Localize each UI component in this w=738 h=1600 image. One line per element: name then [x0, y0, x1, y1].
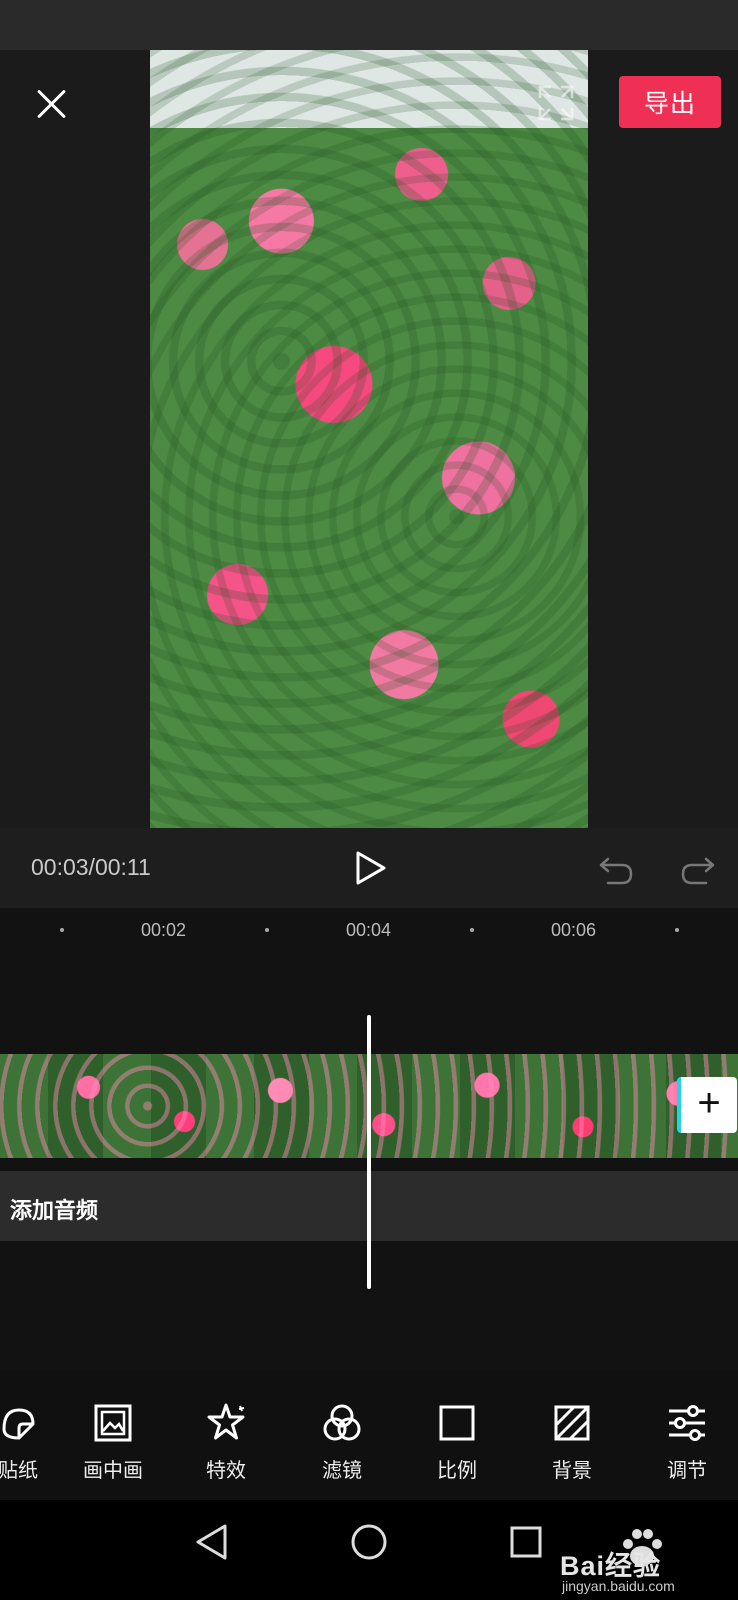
video-preview[interactable] — [150, 50, 588, 828]
undo-icon[interactable] — [598, 852, 634, 886]
tool-effects[interactable]: 特效 — [181, 1402, 271, 1483]
ruler-tick-label: 00:02 — [141, 920, 187, 940]
tool-label: 贴纸 — [0, 1460, 38, 1482]
tool-filter[interactable]: 滤镜 — [297, 1402, 387, 1483]
back-nav-icon[interactable] — [193, 1522, 229, 1562]
redo-icon[interactable] — [680, 852, 716, 886]
filter-icon — [323, 1404, 361, 1441]
add-audio-label: 添加音频 — [10, 1198, 99, 1223]
fullscreen-expand-icon[interactable] — [535, 82, 577, 124]
tool-label: 背景 — [552, 1460, 592, 1482]
export-button[interactable]: 导出 — [619, 76, 721, 128]
bottom-toolbar: 贴纸 画中画 特效 滤镜 比例 背景 调节 — [0, 1370, 738, 1500]
player-controls: 00:03/00:11 — [0, 828, 738, 908]
recents-nav-icon[interactable] — [508, 1524, 544, 1560]
tool-ratio[interactable]: 比例 — [412, 1402, 502, 1483]
ruler-dot — [470, 928, 474, 932]
video-preview-area — [0, 50, 738, 828]
play-icon[interactable] — [354, 850, 388, 886]
ruler-dot — [675, 928, 679, 932]
tool-adjust[interactable]: 调节 — [642, 1402, 732, 1483]
playhead[interactable] — [367, 1015, 371, 1289]
ratio-icon — [439, 1405, 475, 1441]
tool-background[interactable]: 背景 — [527, 1402, 617, 1483]
sticker-icon — [2, 1408, 35, 1440]
background-icon — [554, 1405, 590, 1441]
tool-picture-in-picture[interactable]: 画中画 — [68, 1402, 158, 1483]
tool-sticker[interactable]: 贴纸 — [0, 1402, 63, 1483]
picture-in-picture-icon — [94, 1404, 132, 1442]
tool-label: 画中画 — [83, 1460, 143, 1482]
baidu-jingyan-watermark: Bai经验 jingyan.baidu.com — [560, 1526, 730, 1596]
adjust-sliders-icon — [669, 1405, 705, 1441]
watermark-url: jingyan.baidu.com — [562, 1578, 675, 1594]
effects-star-icon — [207, 1403, 245, 1440]
ruler-dot — [60, 928, 64, 932]
ruler-dot — [265, 928, 269, 932]
tool-label: 特效 — [206, 1460, 246, 1482]
timeline-ruler: 00:02 00:04 00:06 — [0, 908, 738, 948]
status-bar — [0, 0, 738, 50]
tool-label: 调节 — [667, 1460, 707, 1482]
home-nav-icon[interactable] — [349, 1522, 389, 1562]
ruler-tick-label: 00:06 — [551, 920, 597, 940]
ruler-tick-label: 00:04 — [346, 920, 392, 940]
close-button[interactable] — [30, 82, 74, 126]
tool-label: 滤镜 — [322, 1460, 362, 1482]
tool-label: 比例 — [437, 1460, 477, 1482]
add-clip-button[interactable]: + — [677, 1077, 737, 1133]
playback-time: 00:03/00:11 — [31, 854, 151, 880]
